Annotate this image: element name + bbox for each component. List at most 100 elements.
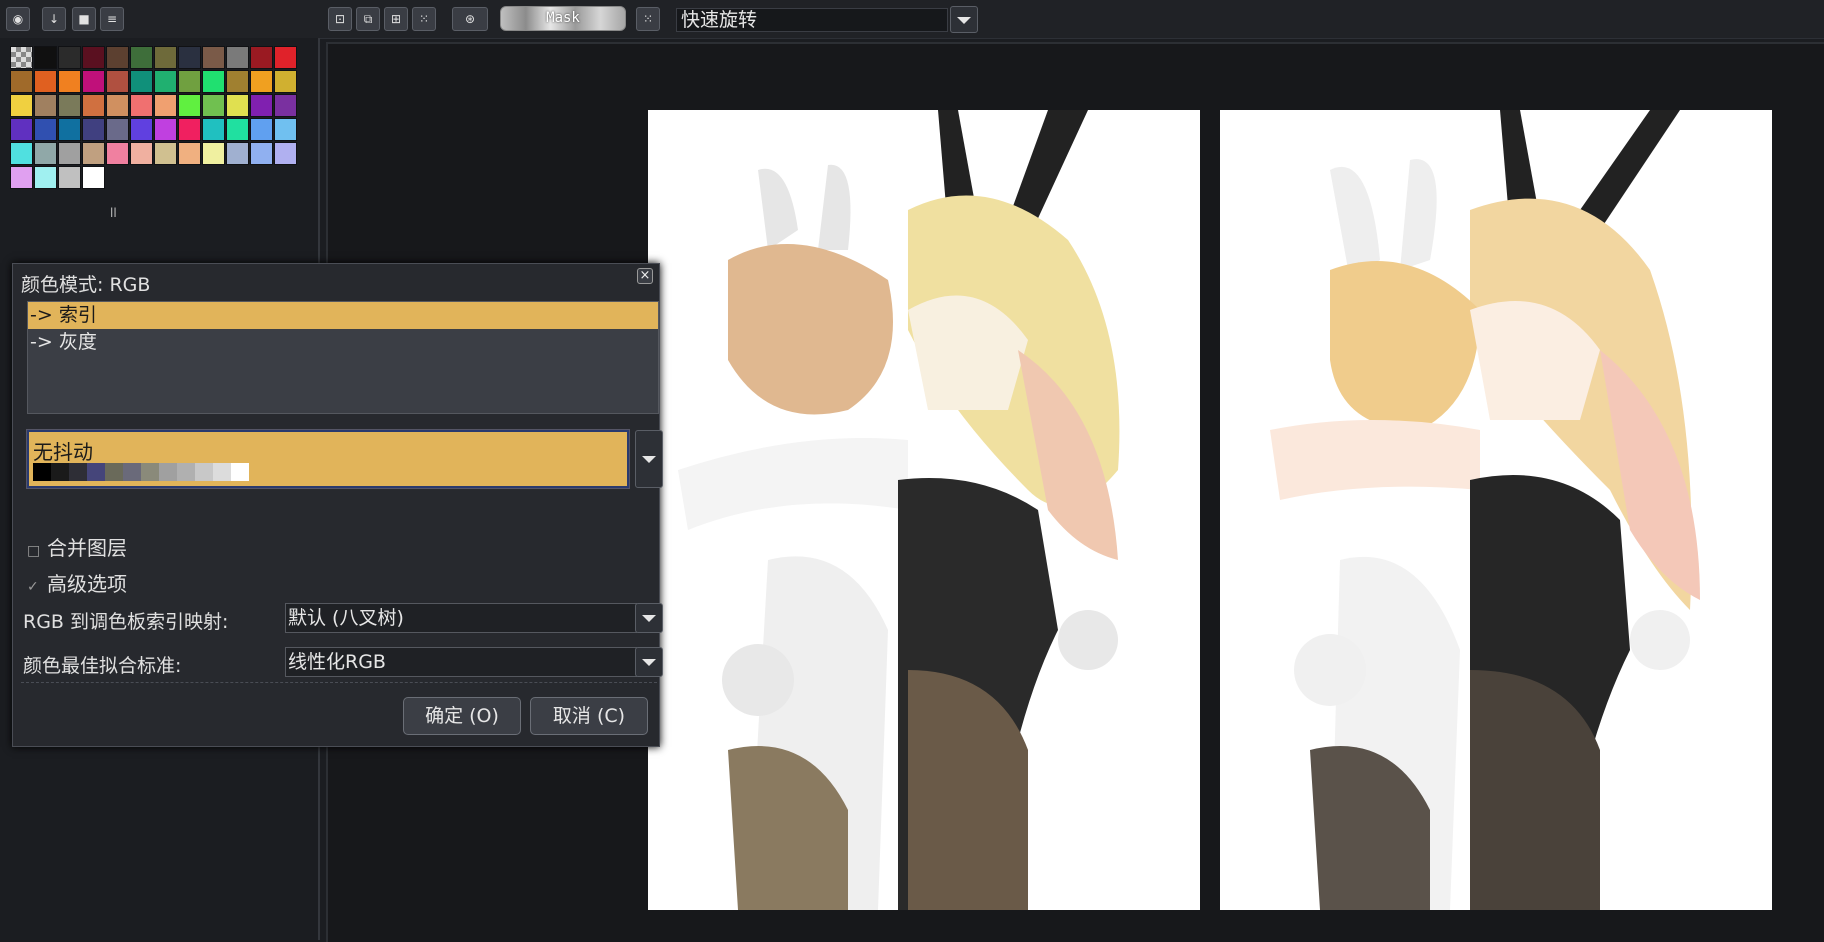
palette-swatch[interactable] — [154, 142, 177, 165]
palette-swatch[interactable] — [130, 46, 153, 69]
palette-swatch[interactable] — [130, 70, 153, 93]
cancel-button[interactable]: 取消 (C) — [530, 697, 648, 735]
palette-swatch[interactable] — [274, 46, 297, 69]
palette-swatch[interactable] — [178, 46, 201, 69]
palette-swatch[interactable] — [106, 94, 129, 117]
crop-icon[interactable]: ⊛ — [452, 7, 488, 31]
palette-swatch[interactable] — [250, 70, 273, 93]
palette-swatch[interactable] — [250, 46, 273, 69]
palette-swatch[interactable] — [34, 166, 57, 189]
merge-layers-option[interactable]: □ 合并图层 — [27, 532, 127, 561]
ok-button[interactable]: 确定 (O) — [403, 697, 521, 735]
palette-swatch[interactable] — [250, 142, 273, 165]
grid-icon[interactable]: ⁙ — [412, 7, 436, 31]
best-fit-dropdown[interactable] — [635, 647, 663, 677]
palette-swatch[interactable] — [82, 70, 105, 93]
palette-swatch[interactable] — [226, 142, 249, 165]
menu-icon[interactable]: ≡ — [100, 7, 124, 31]
select-icon[interactable]: ⊡ — [328, 7, 352, 31]
palette-swatch[interactable] — [82, 46, 105, 69]
quick-action-dropdown[interactable] — [950, 6, 978, 33]
palette-swatch[interactable] — [178, 118, 201, 141]
mapping-dropdown[interactable] — [635, 603, 663, 633]
palette-swatch[interactable] — [58, 118, 81, 141]
mask-button[interactable]: Mask — [500, 6, 626, 31]
best-fit-select[interactable]: 线性化RGB — [285, 647, 637, 677]
palette-swatch[interactable] — [10, 70, 33, 93]
palette-swatch[interactable] — [106, 70, 129, 93]
close-icon[interactable]: × — [637, 268, 653, 284]
paste-icon[interactable]: ⊞ — [384, 7, 408, 31]
palette-swatch[interactable] — [34, 94, 57, 117]
palette-swatch[interactable] — [154, 94, 177, 117]
palette-swatch[interactable] — [10, 118, 33, 141]
palette-swatch[interactable] — [178, 94, 201, 117]
palette-swatch[interactable] — [130, 94, 153, 117]
advanced-options-label: 高级选项 — [47, 572, 127, 596]
palette-swatch[interactable] — [202, 70, 225, 93]
palette-swatch[interactable] — [10, 166, 33, 189]
palette-swatch[interactable] — [10, 94, 33, 117]
dither-dropdown[interactable] — [635, 430, 663, 488]
palette-swatch[interactable] — [106, 118, 129, 141]
palette-swatch[interactable] — [274, 94, 297, 117]
palette-swatch[interactable] — [202, 94, 225, 117]
quick-action-select[interactable]: 快速旋转 — [676, 8, 948, 32]
dither-select[interactable]: 无抖动 — [27, 430, 629, 488]
mode-item-index[interactable]: -> 索引 — [28, 302, 658, 329]
palette-swatch[interactable] — [154, 118, 177, 141]
checkbox-icon[interactable]: □ — [27, 543, 40, 559]
palette-swatch[interactable] — [106, 46, 129, 69]
mode-list: -> 索引 -> 灰度 — [27, 301, 659, 414]
layers-icon[interactable]: ◉ — [6, 7, 30, 31]
palette-swatch[interactable] — [202, 46, 225, 69]
palette-swatch[interactable] — [202, 142, 225, 165]
palette-swatch[interactable] — [58, 70, 81, 93]
palette-swatch[interactable] — [82, 142, 105, 165]
palette-swatch[interactable] — [82, 166, 105, 189]
palette-swatch[interactable] — [10, 46, 33, 69]
checkmark-icon[interactable]: ✓ — [27, 579, 39, 595]
palette-swatch[interactable] — [58, 142, 81, 165]
palette-swatch[interactable] — [226, 118, 249, 141]
palette-swatch[interactable] — [82, 94, 105, 117]
palette-swatch[interactable] — [226, 46, 249, 69]
pixel-art-illustration — [648, 110, 1200, 910]
palette-swatch[interactable] — [106, 142, 129, 165]
file-icon[interactable]: ■ — [72, 7, 96, 31]
palette-swatch[interactable] — [34, 142, 57, 165]
merge-layers-label: 合并图层 — [47, 536, 127, 560]
palette-swatch[interactable] — [58, 94, 81, 117]
dither-strip-swatch — [231, 463, 249, 481]
copy-icon[interactable]: ⧉ — [356, 7, 380, 31]
dither-strip-swatch — [177, 463, 195, 481]
palette-swatch[interactable] — [226, 70, 249, 93]
palette-swatch[interactable] — [274, 118, 297, 141]
palette-swatch[interactable] — [82, 118, 105, 141]
palette-swatch[interactable] — [130, 118, 153, 141]
mode-item-grayscale[interactable]: -> 灰度 — [28, 329, 658, 356]
dither-strip-swatch — [141, 463, 159, 481]
palette-swatch[interactable] — [250, 118, 273, 141]
palette-swatch[interactable] — [34, 118, 57, 141]
palette-swatch[interactable] — [250, 94, 273, 117]
grid-icon[interactable]: ⁙ — [636, 7, 660, 31]
palette-swatch[interactable] — [226, 94, 249, 117]
palette-swatch[interactable] — [34, 70, 57, 93]
palette-swatch[interactable] — [274, 142, 297, 165]
palette-swatch[interactable] — [202, 118, 225, 141]
palette-swatch[interactable] — [34, 46, 57, 69]
palette-swatch[interactable] — [58, 166, 81, 189]
palette-swatch[interactable] — [178, 70, 201, 93]
down-arrow-icon[interactable]: ↓ — [42, 7, 66, 31]
palette-swatch[interactable] — [154, 70, 177, 93]
palette-swatch[interactable] — [58, 46, 81, 69]
palette-swatch[interactable] — [130, 142, 153, 165]
dither-strip-swatch — [195, 463, 213, 481]
palette-swatch[interactable] — [154, 46, 177, 69]
palette-swatch[interactable] — [274, 70, 297, 93]
palette-swatch[interactable] — [10, 142, 33, 165]
palette-swatch[interactable] — [178, 142, 201, 165]
advanced-options-option[interactable]: ✓ 高级选项 — [27, 568, 127, 597]
mapping-select[interactable]: 默认 (八叉树) — [285, 603, 637, 633]
